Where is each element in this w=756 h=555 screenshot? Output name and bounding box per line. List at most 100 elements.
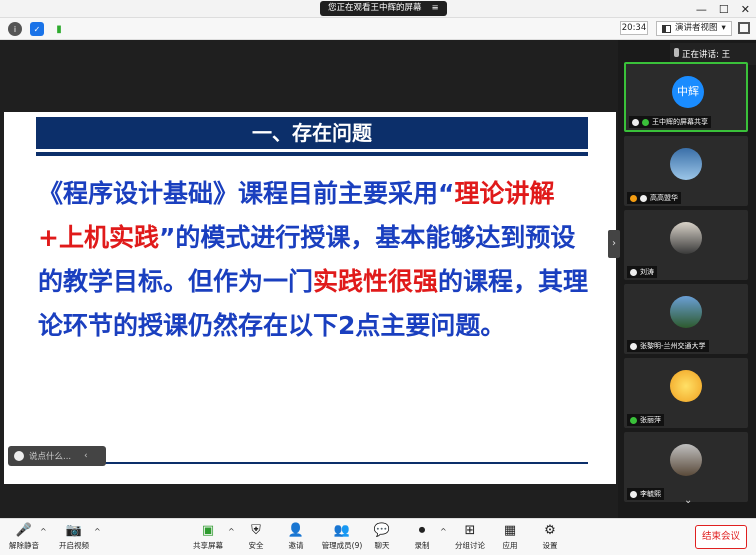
participant-tile[interactable]: 张丽萍 xyxy=(624,358,748,428)
avatar xyxy=(670,222,702,254)
mic-muted-icon xyxy=(630,490,637,498)
share-screen-button[interactable]: ▣ 共享屏幕 xyxy=(188,522,228,551)
avatar: 中辉 xyxy=(672,76,704,108)
shield-icon[interactable]: ✓ xyxy=(30,22,44,36)
add-user-icon: 👤 xyxy=(287,522,305,538)
video-options-caret[interactable]: ^ xyxy=(94,527,101,536)
invite-button[interactable]: 👤 邀请 xyxy=(276,522,316,551)
participant-name: 高高盟华 xyxy=(650,194,678,202)
participant-tile[interactable]: 李毓熙 xyxy=(624,432,748,502)
share-options-caret[interactable]: ^ xyxy=(228,527,235,536)
apps-button[interactable]: ▦ 应用 xyxy=(490,522,530,551)
sidebar-toggle[interactable]: › xyxy=(608,230,620,258)
invite-label: 邀请 xyxy=(288,541,304,550)
shared-screen: 一、存在问题 《程序设计基础》课程目前主要采用“理论讲解+上机实践”的模式进行授… xyxy=(0,40,618,518)
mic-muted-icon xyxy=(630,342,637,350)
emoji-icon[interactable] xyxy=(14,451,24,461)
window-title-bar: 您正在观看王中辉的屏幕 ≡ — ☐ ✕ xyxy=(0,0,756,18)
view-mode-label: 演讲者视图 xyxy=(675,23,718,33)
maximize-button[interactable]: ☐ xyxy=(719,3,729,16)
chat-input-bar[interactable]: 说点什么... ‹ xyxy=(8,446,106,466)
chat-icon: 💬 xyxy=(373,522,391,538)
participant-tile[interactable]: 张黎明-兰州交通大学 xyxy=(624,284,748,354)
participant-name: 张黎明-兰州交通大学 xyxy=(640,342,706,350)
start-video-label: 开启视频 xyxy=(59,541,89,550)
footer-divider xyxy=(36,462,588,464)
manage-participants-label: 管理成员(9) xyxy=(321,541,363,550)
participant-label: 李毓熙 xyxy=(627,488,664,500)
record-button[interactable]: ⏺ 录制 xyxy=(402,522,442,551)
mic-on-icon xyxy=(630,416,637,424)
participant-label: 张丽萍 xyxy=(627,414,664,426)
signal-icon[interactable]: ▮ xyxy=(52,22,66,36)
share-screen-label: 共享屏幕 xyxy=(193,541,223,550)
screen-share-notice[interactable]: 您正在观看王中辉的屏幕 ≡ xyxy=(320,1,447,16)
settings-label: 设置 xyxy=(542,541,558,550)
info-icon[interactable]: i xyxy=(8,22,22,36)
participant-label: 高高盟华 xyxy=(627,192,681,204)
record-label: 录制 xyxy=(414,541,430,550)
speaking-label: 正在讲话: 王 xyxy=(682,50,731,60)
manage-participants-button[interactable]: 👥 管理成员(9) xyxy=(320,522,364,551)
avatar xyxy=(670,296,702,328)
chevron-down-icon[interactable]: ⌄ xyxy=(684,495,692,506)
participant-tile[interactable]: 中辉 王中辉的屏幕共享 xyxy=(624,62,748,132)
security-button[interactable]: ⛨ 安全 xyxy=(236,522,276,551)
breakout-rooms-label: 分组讨论 xyxy=(455,541,485,550)
audio-options-caret[interactable]: ^ xyxy=(40,527,47,536)
slide-heading: 一、存在问题 xyxy=(36,117,588,149)
start-video-button[interactable]: 📷 开启视频 xyxy=(54,522,94,551)
breakout-rooms-button[interactable]: ⊞ 分组讨论 xyxy=(450,522,490,551)
breakout-icon: ⊞ xyxy=(464,522,476,538)
participant-label: 刘涛 xyxy=(627,266,657,278)
presentation-slide: 一、存在问题 《程序设计基础》课程目前主要采用“理论讲解+上机实践”的模式进行授… xyxy=(4,112,616,484)
mic-on-icon xyxy=(642,118,649,126)
avatar xyxy=(670,148,702,180)
security-label: 安全 xyxy=(248,541,264,550)
gear-icon: ⚙ xyxy=(544,522,556,538)
fullscreen-icon[interactable] xyxy=(738,22,750,34)
unmute-label: 解除静音 xyxy=(9,541,39,550)
minimize-button[interactable]: — xyxy=(696,3,707,16)
meeting-controls: 🎤 解除静音 ^ 📷 开启视频 ^ ▣ 共享屏幕 ^ ⛨ 安全 👤 邀请 👥 管… xyxy=(0,518,756,555)
participant-name: 张丽萍 xyxy=(640,416,661,424)
highlighted-text: 实践性很强 xyxy=(313,267,439,296)
participants-gallery: 正在讲话: 王 中辉 王中辉的屏幕共享 高高盟华 刘涛 张黎明-兰州交通大学 张… xyxy=(620,40,756,518)
close-button[interactable]: ✕ xyxy=(741,3,750,16)
mic-icon xyxy=(674,48,679,57)
settings-button[interactable]: ⚙ 设置 xyxy=(530,522,570,551)
share-icon xyxy=(632,118,639,126)
chevron-left-icon[interactable]: ‹ xyxy=(84,451,87,461)
apps-icon: ▦ xyxy=(503,522,517,538)
layout-icon xyxy=(662,24,671,33)
body-text: 《程序设计基础》课程目前主要采用“ xyxy=(38,179,455,208)
chat-button[interactable]: 💬 聊天 xyxy=(362,522,402,551)
mic-muted-icon xyxy=(630,268,637,276)
chat-placeholder: 说点什么... xyxy=(29,452,72,462)
unmute-button[interactable]: 🎤 解除静音 xyxy=(4,522,44,551)
record-icon: ⏺ xyxy=(418,522,426,538)
share-screen-icon: ▣ xyxy=(201,522,215,538)
camera-off-icon: 📷 xyxy=(65,522,83,538)
view-mode-button[interactable]: 演讲者视图 ▾ xyxy=(656,21,732,36)
chevron-down-icon: ▾ xyxy=(721,23,726,33)
avatar xyxy=(670,444,702,476)
participant-tile[interactable]: 刘涛 xyxy=(624,210,748,280)
avatar xyxy=(670,370,702,402)
record-options-caret[interactable]: ^ xyxy=(440,527,447,536)
share-notice-text: 您正在观看王中辉的屏幕 xyxy=(328,3,422,13)
mic-muted-icon xyxy=(640,194,647,202)
menu-icon: ≡ xyxy=(431,3,439,13)
shield-icon: ⛨ xyxy=(251,522,261,538)
heading-divider xyxy=(36,152,588,156)
users-icon: 👥 xyxy=(333,522,351,538)
participant-tile[interactable]: 高高盟华 xyxy=(624,136,748,206)
slide-body: 《程序设计基础》课程目前主要采用“理论讲解+上机实践”的模式进行授课，基本能够达… xyxy=(38,172,590,348)
mic-muted-icon: 🎤 xyxy=(15,522,33,538)
participant-name: 王中辉的屏幕共享 xyxy=(652,118,708,126)
chat-label: 聊天 xyxy=(374,541,390,550)
participant-label: 张黎明-兰州交通大学 xyxy=(627,340,709,352)
end-meeting-button[interactable]: 结束会议 xyxy=(695,525,747,549)
meeting-info-bar: i ✓ ▮ 20:34 演讲者视图 ▾ xyxy=(0,18,756,40)
apps-label: 应用 xyxy=(502,541,518,550)
